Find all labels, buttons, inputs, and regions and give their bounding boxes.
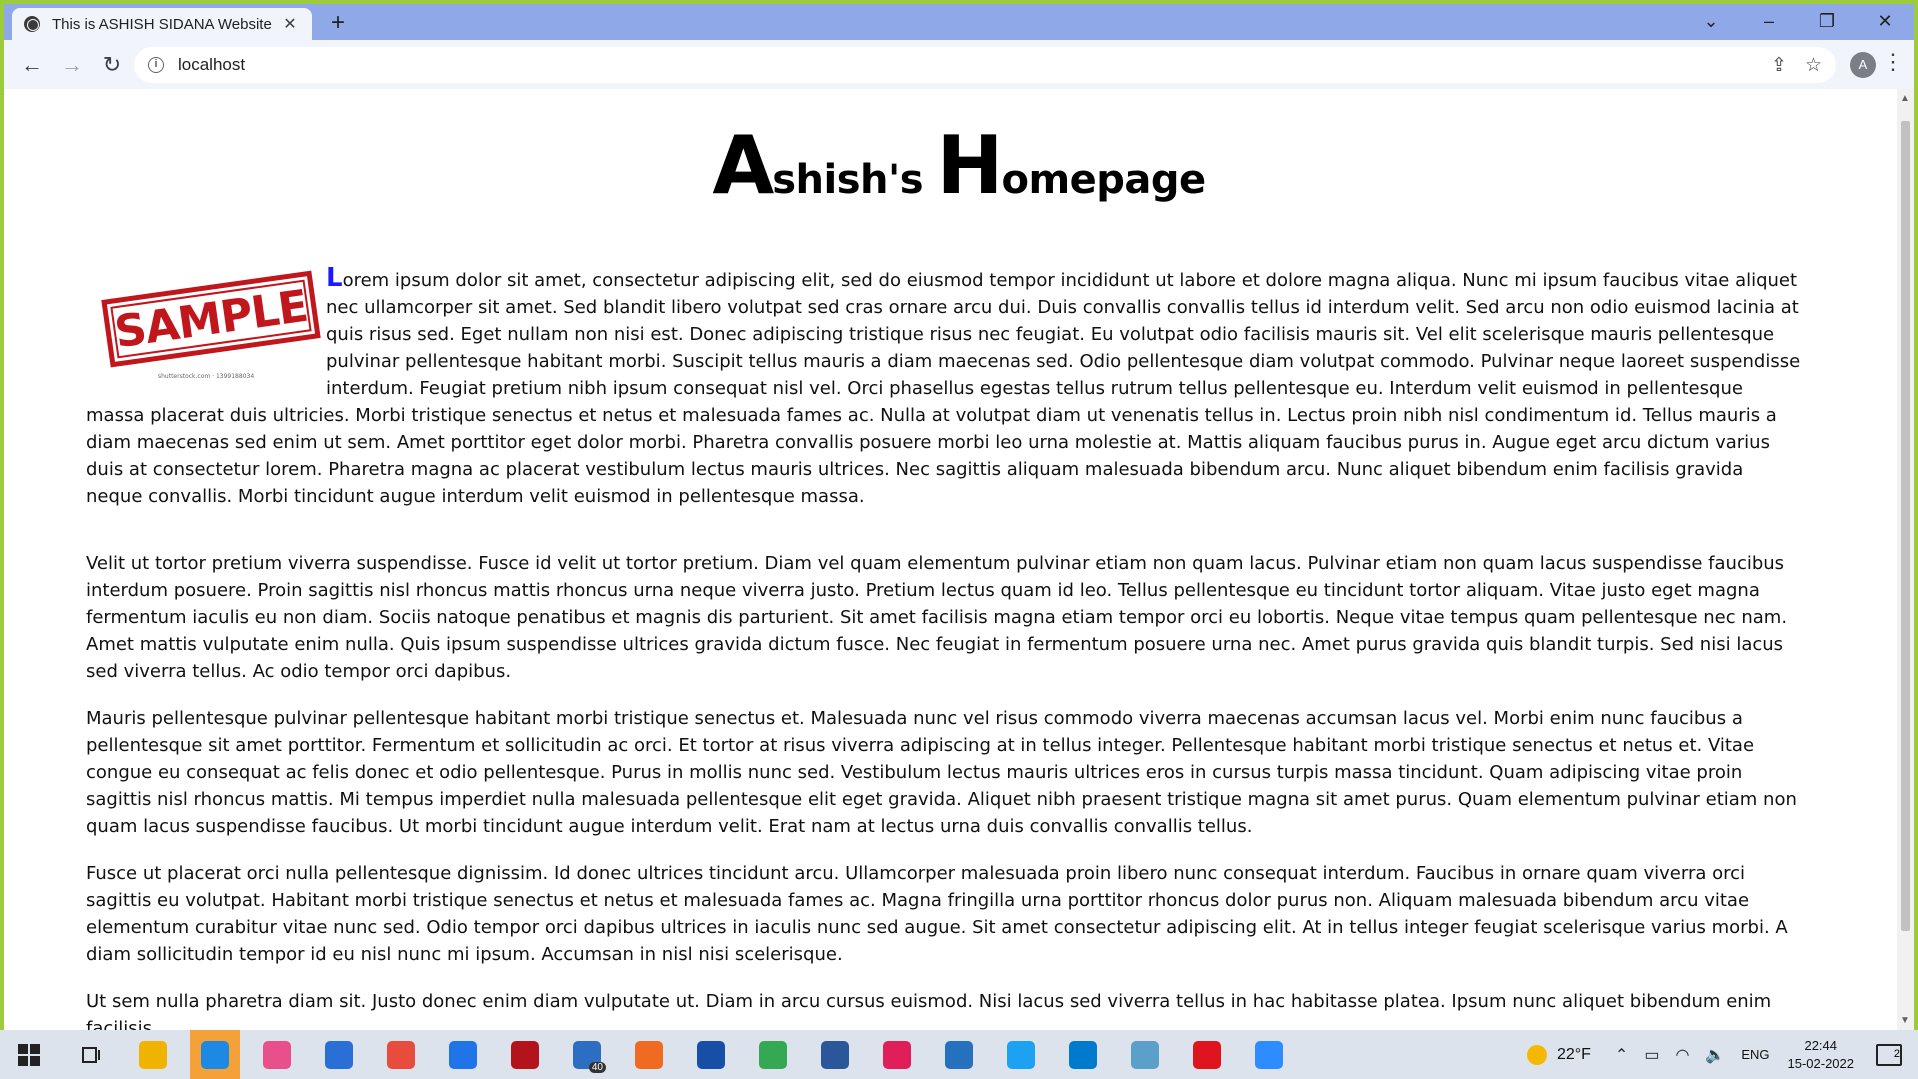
back-button[interactable]: ← — [14, 47, 50, 83]
mail-badge: 40 — [588, 1062, 606, 1073]
powershell-icon[interactable] — [934, 1030, 984, 1079]
weather-widget[interactable]: 22°F — [1526, 1044, 1591, 1065]
paragraph: Ut sem nulla pharetra diam sit. Justo do… — [86, 991, 1772, 1030]
store-icon[interactable] — [314, 1030, 364, 1079]
site-info-icon[interactable]: i — [148, 57, 164, 73]
edge-icon-glyph — [201, 1040, 229, 1069]
sample-image: SAMPLE shutterstock.com · 1399188034 — [86, 265, 326, 383]
word-icon-glyph — [821, 1040, 849, 1069]
brave-icon[interactable] — [624, 1030, 674, 1079]
dropbox-icon[interactable] — [438, 1030, 488, 1079]
new-tab-button[interactable]: + — [324, 10, 352, 36]
browser-window: This is ASHISH SIDANA Website ✕ + ⌄ – ❐ … — [4, 4, 1914, 89]
share-icon[interactable]: ⇪ — [1771, 54, 1787, 77]
paragraph: Lorem ipsum dolor sit amet, consectetur … — [86, 263, 1801, 508]
photos-icon[interactable] — [252, 1030, 302, 1079]
store-icon-glyph — [325, 1040, 353, 1069]
forward-button[interactable]: → — [54, 47, 90, 83]
paragraph: Velit ut tortor pretium viverra suspendi… — [86, 553, 1788, 682]
dropbox-icon-glyph — [449, 1040, 477, 1069]
notepad-icon-glyph — [1131, 1040, 1159, 1069]
chrome-icon-glyph — [387, 1040, 415, 1069]
app-red-icon-glyph — [511, 1040, 539, 1069]
url-text: localhost — [178, 55, 246, 74]
show-hidden-icons[interactable]: ⌃ — [1615, 1045, 1628, 1065]
acrobat-icon-glyph — [1193, 1040, 1221, 1069]
bitwarden-icon-glyph — [697, 1040, 725, 1069]
notepad-icon[interactable] — [1120, 1030, 1170, 1079]
notification-center-icon[interactable]: 2 — [1876, 1043, 1902, 1066]
slack-icon[interactable] — [872, 1030, 922, 1079]
bookmark-star-icon[interactable]: ☆ — [1805, 54, 1822, 77]
article: SAMPLE shutterstock.com · 1399188034 Lor… — [86, 263, 1804, 1031]
taskbar-apps: 40 — [128, 1030, 1306, 1079]
edge-icon[interactable] — [190, 1030, 240, 1079]
taskbar: 40 22°F ⌃ ▭ ◠ 🔈 ENG 22:44 15-02-2022 2 — [0, 1030, 1918, 1079]
mail-icon[interactable]: 40 — [562, 1030, 612, 1079]
scrollbar-thumb[interactable] — [1901, 121, 1910, 931]
clock-time: 22:44 — [1804, 1037, 1838, 1053]
globe-icon — [24, 16, 40, 32]
restore-button[interactable]: ❐ — [1798, 4, 1856, 40]
sample-stamp: SAMPLE — [101, 270, 321, 368]
task-view-icon[interactable] — [66, 1030, 116, 1079]
moon-icon — [1526, 1044, 1547, 1065]
vertical-scrollbar[interactable]: ▲ ▼ — [1897, 89, 1914, 1030]
chrome-icon[interactable] — [376, 1030, 426, 1079]
bitwarden-icon[interactable] — [686, 1030, 736, 1079]
paragraph: Mauris pellentesque pulvinar pellentesqu… — [86, 708, 1797, 837]
brave-icon-glyph — [635, 1040, 663, 1069]
close-tab-icon[interactable]: ✕ — [280, 14, 300, 34]
zoom-icon[interactable] — [1244, 1030, 1294, 1079]
clock-date: 15-02-2022 — [1787, 1055, 1855, 1071]
drop-cap: L — [326, 263, 343, 293]
acrobat-icon[interactable] — [1182, 1030, 1232, 1079]
app-red-icon[interactable] — [500, 1030, 550, 1079]
profile-avatar[interactable]: A — [1850, 52, 1876, 78]
system-tray: 22°F ⌃ ▭ ◠ 🔈 ENG 22:44 15-02-2022 2 — [1526, 1030, 1918, 1079]
browser-toolbar: ← → ↻ i localhost ⇪ ☆ A ⋮ — [4, 40, 1914, 89]
volume-icon[interactable]: 🔈 — [1705, 1045, 1725, 1065]
close-window-button[interactable]: ✕ — [1856, 4, 1914, 40]
start-button[interactable] — [4, 1030, 54, 1079]
photos-icon-glyph — [263, 1040, 291, 1069]
menu-icon[interactable]: ⋮ — [1882, 49, 1904, 75]
snipaste-icon-glyph — [1007, 1040, 1035, 1069]
browser-tab[interactable]: This is ASHISH SIDANA Website ✕ — [12, 8, 312, 40]
word-icon[interactable] — [810, 1030, 860, 1079]
scroll-down-icon[interactable]: ▼ — [1900, 1015, 1910, 1026]
address-bar[interactable]: i localhost ⇪ ☆ — [134, 47, 1836, 83]
paragraph: Fusce ut placerat orci nulla pellentesqu… — [86, 863, 1788, 965]
reload-button[interactable]: ↻ — [94, 47, 130, 83]
chrome-profile-icon[interactable] — [748, 1030, 798, 1079]
chrome-profile-icon-glyph — [759, 1040, 787, 1069]
snipaste-icon[interactable] — [996, 1030, 1046, 1079]
tab-strip: This is ASHISH SIDANA Website ✕ + ⌄ – ❐ … — [4, 4, 1914, 40]
minimize-button[interactable]: – — [1740, 4, 1798, 40]
zoom-icon-glyph — [1255, 1040, 1283, 1069]
page-title: Ashish's Homepage — [712, 119, 1206, 212]
page-viewport: Ashish's Homepage SAMPLE shutterstock.co… — [4, 89, 1914, 1030]
tab-title: This is ASHISH SIDANA Website — [52, 15, 272, 33]
powershell-icon-glyph — [945, 1040, 973, 1069]
battery-icon[interactable]: ▭ — [1644, 1045, 1659, 1065]
vscode-icon[interactable] — [1058, 1030, 1108, 1079]
wifi-icon[interactable]: ◠ — [1675, 1045, 1689, 1065]
tab-search-icon[interactable]: ⌄ — [1682, 4, 1740, 40]
scroll-up-icon[interactable]: ▲ — [1900, 93, 1910, 104]
slack-icon-glyph — [883, 1040, 911, 1069]
image-caption: shutterstock.com · 1399188034 — [158, 373, 255, 380]
file-explorer-icon[interactable] — [128, 1030, 178, 1079]
clock[interactable]: 22:44 15-02-2022 — [1788, 1037, 1855, 1073]
vscode-icon-glyph — [1069, 1040, 1097, 1069]
window-controls: ⌄ – ❐ ✕ — [1682, 4, 1914, 40]
file-explorer-icon-glyph — [139, 1040, 167, 1069]
language-indicator[interactable]: ENG — [1741, 1047, 1769, 1062]
